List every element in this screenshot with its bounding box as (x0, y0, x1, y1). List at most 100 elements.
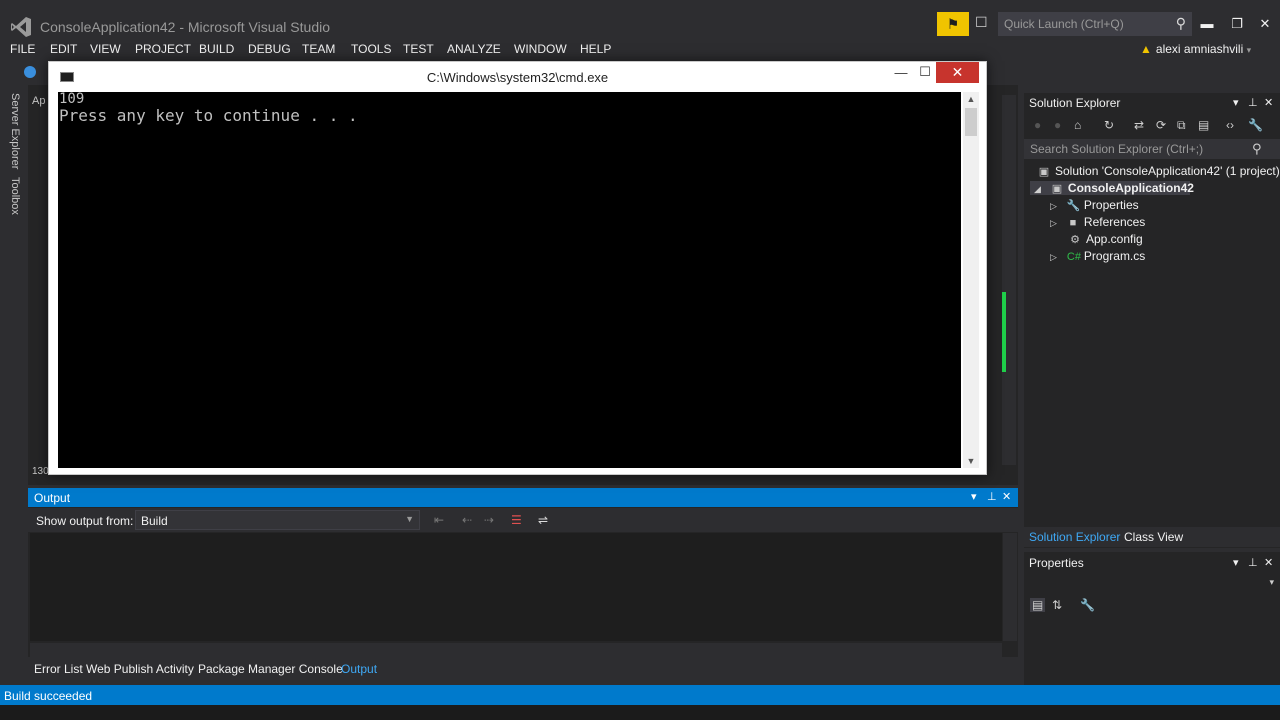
tree-item-properties[interactable]: ▷ 🔧 Properties (1050, 198, 1139, 212)
view-code-icon[interactable]: ‹› (1226, 118, 1234, 132)
visual-studio-logo-icon (11, 17, 31, 37)
tab-web-publish-activity[interactable]: Web Publish Activity (86, 662, 194, 676)
tree-item-programcs[interactable]: ▷ C# Program.cs (1050, 249, 1145, 263)
csharp-file-icon: C# (1066, 251, 1081, 263)
cmd-close-button[interactable]: ✕ (936, 62, 979, 83)
panel-menu-icon[interactable]: ▾ (1233, 96, 1239, 109)
output-vertical-scrollbar[interactable] (1003, 533, 1017, 641)
solution-search-input[interactable]: Search Solution Explorer (Ctrl+;) (1024, 139, 1280, 159)
close-panel-icon[interactable]: ✕ (1264, 556, 1273, 569)
show-all-files-icon[interactable]: ▤ (1198, 118, 1209, 132)
menu-window[interactable]: WINDOW (514, 42, 567, 56)
expand-arrow-icon[interactable]: ▷ (1050, 252, 1057, 262)
home-icon[interactable]: ⌂ (1074, 118, 1081, 132)
expand-arrow-icon[interactable]: ◢ (1034, 184, 1041, 194)
scroll-up-arrow-icon[interactable]: ▲ (963, 94, 979, 104)
find-message-icon[interactable]: ⇤ (434, 513, 444, 527)
quick-launch-input[interactable]: Quick Launch (Ctrl+Q) ⚲ (998, 12, 1192, 36)
output-source-select[interactable]: Build ▼ (135, 510, 420, 530)
collapse-all-icon[interactable]: ⧉ (1177, 118, 1186, 133)
alphabetical-icon[interactable]: ⇅ (1052, 598, 1062, 612)
search-icon: ⚲ (1252, 141, 1262, 156)
output-horizontal-scrollbar[interactable] (30, 643, 1002, 657)
menu-analyze[interactable]: ANALYZE (447, 42, 501, 56)
editor-scrollbar[interactable] (1002, 95, 1016, 465)
word-wrap-icon[interactable]: ⇌ (538, 513, 548, 527)
categorized-icon[interactable]: ▤ (1030, 598, 1046, 612)
restore-button[interactable]: ❐ (1222, 14, 1252, 34)
cmd-scrollbar[interactable]: ▲ ▼ (963, 92, 979, 468)
close-button[interactable]: ✕ (1250, 14, 1280, 34)
toolbox-tab[interactable]: Toolbox (9, 177, 21, 215)
feedback-icon[interactable]: ☐ (975, 14, 993, 32)
scroll-thumb[interactable] (965, 108, 977, 136)
menu-file[interactable]: FILE (10, 42, 35, 56)
tree-item-label: Program.cs (1083, 249, 1146, 263)
menu-debug[interactable]: DEBUG (248, 42, 291, 56)
expand-arrow-icon[interactable]: ▷ (1050, 218, 1057, 228)
tab-output[interactable]: Output (341, 662, 377, 676)
tab-error-list[interactable]: Error List (34, 662, 83, 676)
server-explorer-tab[interactable]: Server Explorer (9, 93, 21, 169)
clear-all-icon[interactable]: ☰ (511, 513, 522, 527)
scroll-down-arrow-icon[interactable]: ▼ (963, 456, 979, 466)
menu-build[interactable]: BUILD (199, 42, 234, 56)
output-panel-title: Output (34, 491, 71, 505)
cmd-title-bar[interactable]: C:\Windows\system32\cmd.exe — ☐ ✕ (49, 62, 986, 92)
tab-class-view[interactable]: Class View (1124, 530, 1183, 544)
pin-icon[interactable]: ⊥ (987, 490, 997, 503)
cmd-minimize-button[interactable]: — (891, 65, 911, 80)
cmd-window[interactable]: C:\Windows\system32\cmd.exe — ☐ ✕ 109 Pr… (48, 61, 987, 475)
property-pages-icon[interactable]: 🔧 (1080, 598, 1095, 612)
menu-project[interactable]: PROJECT (135, 42, 191, 56)
user-name: alexi amniashvili (1155, 42, 1244, 56)
properties-object-selector[interactable]: ▾ (1024, 575, 1280, 593)
panel-menu-icon[interactable]: ▾ (1233, 556, 1239, 569)
menu-tools[interactable]: TOOLS (351, 42, 391, 56)
minimize-button[interactable]: ▬ (1192, 14, 1222, 34)
menu-view[interactable]: VIEW (90, 42, 121, 56)
close-panel-icon[interactable]: ✕ (1002, 490, 1011, 503)
status-text: Build succeeded (4, 689, 93, 703)
expand-arrow-icon[interactable]: ▷ (1050, 201, 1057, 211)
user-account[interactable]: ▲ alexi amniashvili ▾ (1140, 42, 1251, 56)
solution-icon: ▣ (1038, 166, 1050, 178)
editor-tab[interactable]: Ap (32, 95, 45, 107)
panel-menu-icon[interactable]: ▾ (971, 490, 977, 503)
navigate-back-icon[interactable] (24, 66, 36, 78)
menu-edit[interactable]: EDIT (50, 42, 77, 56)
tree-project[interactable]: ◢ ▣ ConsoleApplication42 (1030, 181, 1194, 195)
tab-solution-explorer[interactable]: Solution Explorer (1029, 530, 1120, 544)
tree-project-label: ConsoleApplication42 (1067, 181, 1194, 195)
menu-team[interactable]: TEAM (302, 42, 335, 56)
cmd-console-output[interactable]: 109 Press any key to continue . . . (58, 91, 961, 468)
tree-solution[interactable]: ▣ Solution 'ConsoleApplication42' (1 proj… (1038, 164, 1280, 178)
chevron-down-icon: ▼ (405, 514, 414, 524)
properties-wrench-icon[interactable]: 🔧 (1248, 118, 1263, 132)
previous-message-icon[interactable]: ⇠ (462, 513, 472, 527)
output-text-area[interactable] (30, 533, 1002, 641)
wrench-icon: 🔧 (1066, 200, 1081, 212)
menu-bar: FILE EDIT VIEW PROJECT BUILD DEBUG TEAM … (0, 40, 1280, 60)
refresh-icon[interactable]: ⟳ (1156, 118, 1166, 132)
back-icon[interactable]: ● (1034, 118, 1041, 132)
tree-item-label: Properties (1083, 198, 1139, 212)
tree-item-label: App.config (1086, 232, 1143, 246)
solution-explorer-panel (1024, 93, 1280, 548)
tab-package-manager-console[interactable]: Package Manager Console (198, 662, 343, 676)
tree-item-appconfig[interactable]: ⚙ App.config (1069, 232, 1143, 246)
cmd-maximize-button[interactable]: ☐ (915, 64, 935, 80)
menu-test[interactable]: TEST (403, 42, 434, 56)
menu-help[interactable]: HELP (580, 42, 611, 56)
history-icon[interactable]: ↻ (1104, 118, 1114, 132)
tree-item-references[interactable]: ▷ ■ References (1050, 215, 1145, 229)
status-bar (0, 685, 1280, 705)
close-panel-icon[interactable]: ✕ (1264, 96, 1273, 109)
window-bottom-edge (0, 705, 1280, 720)
pin-icon[interactable]: ⊥ (1248, 556, 1258, 569)
next-message-icon[interactable]: ⇢ (484, 513, 494, 527)
notifications-flag-icon[interactable]: ⚑ (937, 12, 969, 36)
pin-icon[interactable]: ⊥ (1248, 96, 1258, 109)
sync-icon[interactable]: ⇄ (1134, 118, 1144, 132)
forward-icon[interactable]: ● (1054, 118, 1061, 132)
